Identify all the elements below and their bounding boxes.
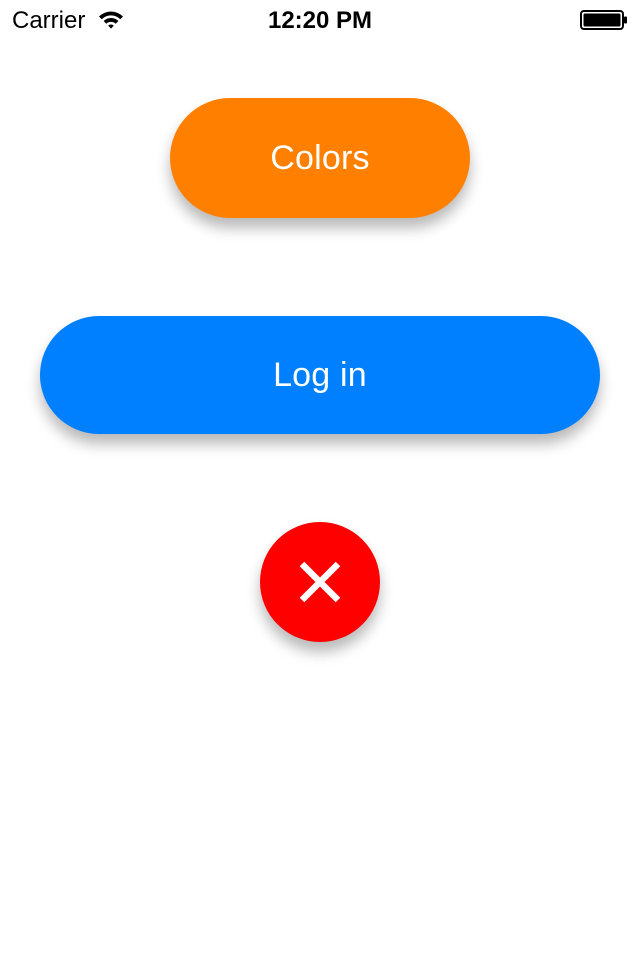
clock-time: 12:20 PM bbox=[267, 7, 373, 34]
colors-button-label: Colors bbox=[270, 138, 370, 177]
status-bar: Carrier 12:20 PM bbox=[0, 0, 640, 40]
login-button-label: Log in bbox=[273, 355, 367, 394]
colors-button[interactable]: Colors bbox=[170, 98, 470, 218]
close-button[interactable] bbox=[260, 522, 380, 642]
close-icon bbox=[299, 561, 341, 603]
login-button[interactable]: Log in bbox=[40, 316, 600, 434]
battery-icon bbox=[580, 10, 627, 30]
